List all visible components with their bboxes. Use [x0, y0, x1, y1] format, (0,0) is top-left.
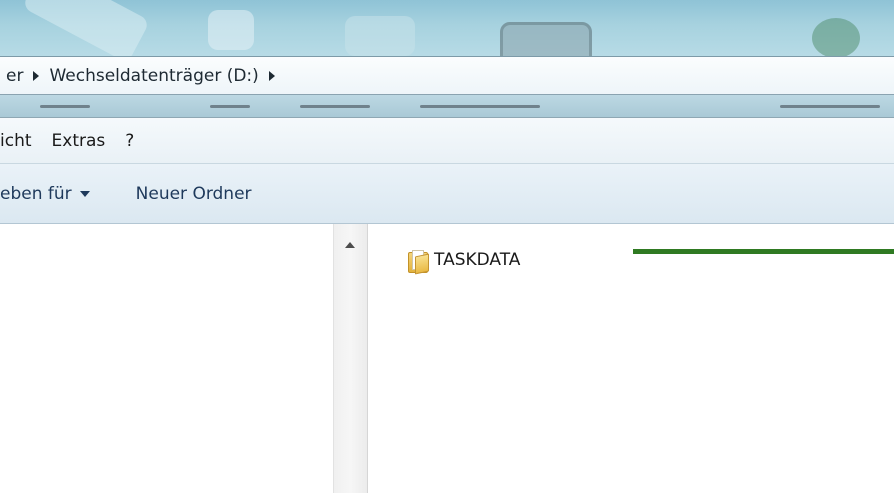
navigation-pane[interactable] — [0, 224, 333, 493]
folder-item-taskdata[interactable]: TASKDATA — [408, 246, 521, 275]
breadcrumb-computer[interactable]: er — [0, 57, 27, 94]
blurred-background-shape — [21, 0, 151, 56]
blurred-text — [420, 105, 540, 108]
window-glass-background — [0, 0, 894, 56]
share-with-label: eben für — [0, 183, 72, 204]
new-folder-label: Neuer Ordner — [135, 183, 252, 204]
command-bar: eben für Neuer Ordner — [0, 164, 894, 224]
folder-name: TASKDATA — [434, 250, 521, 270]
navigation-pane-scrollbar[interactable] — [333, 224, 368, 493]
scroll-up-arrow-icon[interactable] — [345, 242, 355, 248]
menu-extras[interactable]: Extras — [42, 118, 116, 163]
chevron-right-icon[interactable] — [268, 70, 275, 81]
blurred-toolbar-strip — [0, 95, 894, 118]
blurred-background-shape — [208, 10, 254, 50]
blurred-text — [210, 105, 250, 108]
blurred-background-shape — [812, 18, 860, 56]
annotation-line — [633, 249, 894, 254]
blurred-text — [300, 105, 370, 108]
blurred-background-shape — [345, 16, 415, 56]
blurred-text — [780, 105, 880, 108]
folder-icon — [408, 249, 429, 275]
menu-view[interactable]: icht — [0, 118, 42, 163]
breadcrumb-removable-drive[interactable]: Wechseldatenträger (D:) — [45, 57, 262, 94]
menu-help[interactable]: ? — [115, 118, 144, 163]
blurred-text — [40, 105, 90, 108]
explorer-window: er Wechseldatenträger (D:) icht Extras ?… — [0, 0, 894, 493]
share-with-button[interactable]: eben für — [0, 164, 100, 223]
address-bar[interactable]: er Wechseldatenträger (D:) — [0, 56, 894, 95]
new-folder-button[interactable]: Neuer Ordner — [126, 164, 262, 223]
chevron-down-icon — [79, 190, 90, 197]
file-list-pane[interactable]: TASKDATA — [368, 224, 894, 493]
blurred-background-shape — [500, 22, 592, 56]
chevron-right-icon[interactable] — [33, 70, 40, 81]
menu-bar: icht Extras ? — [0, 118, 894, 164]
